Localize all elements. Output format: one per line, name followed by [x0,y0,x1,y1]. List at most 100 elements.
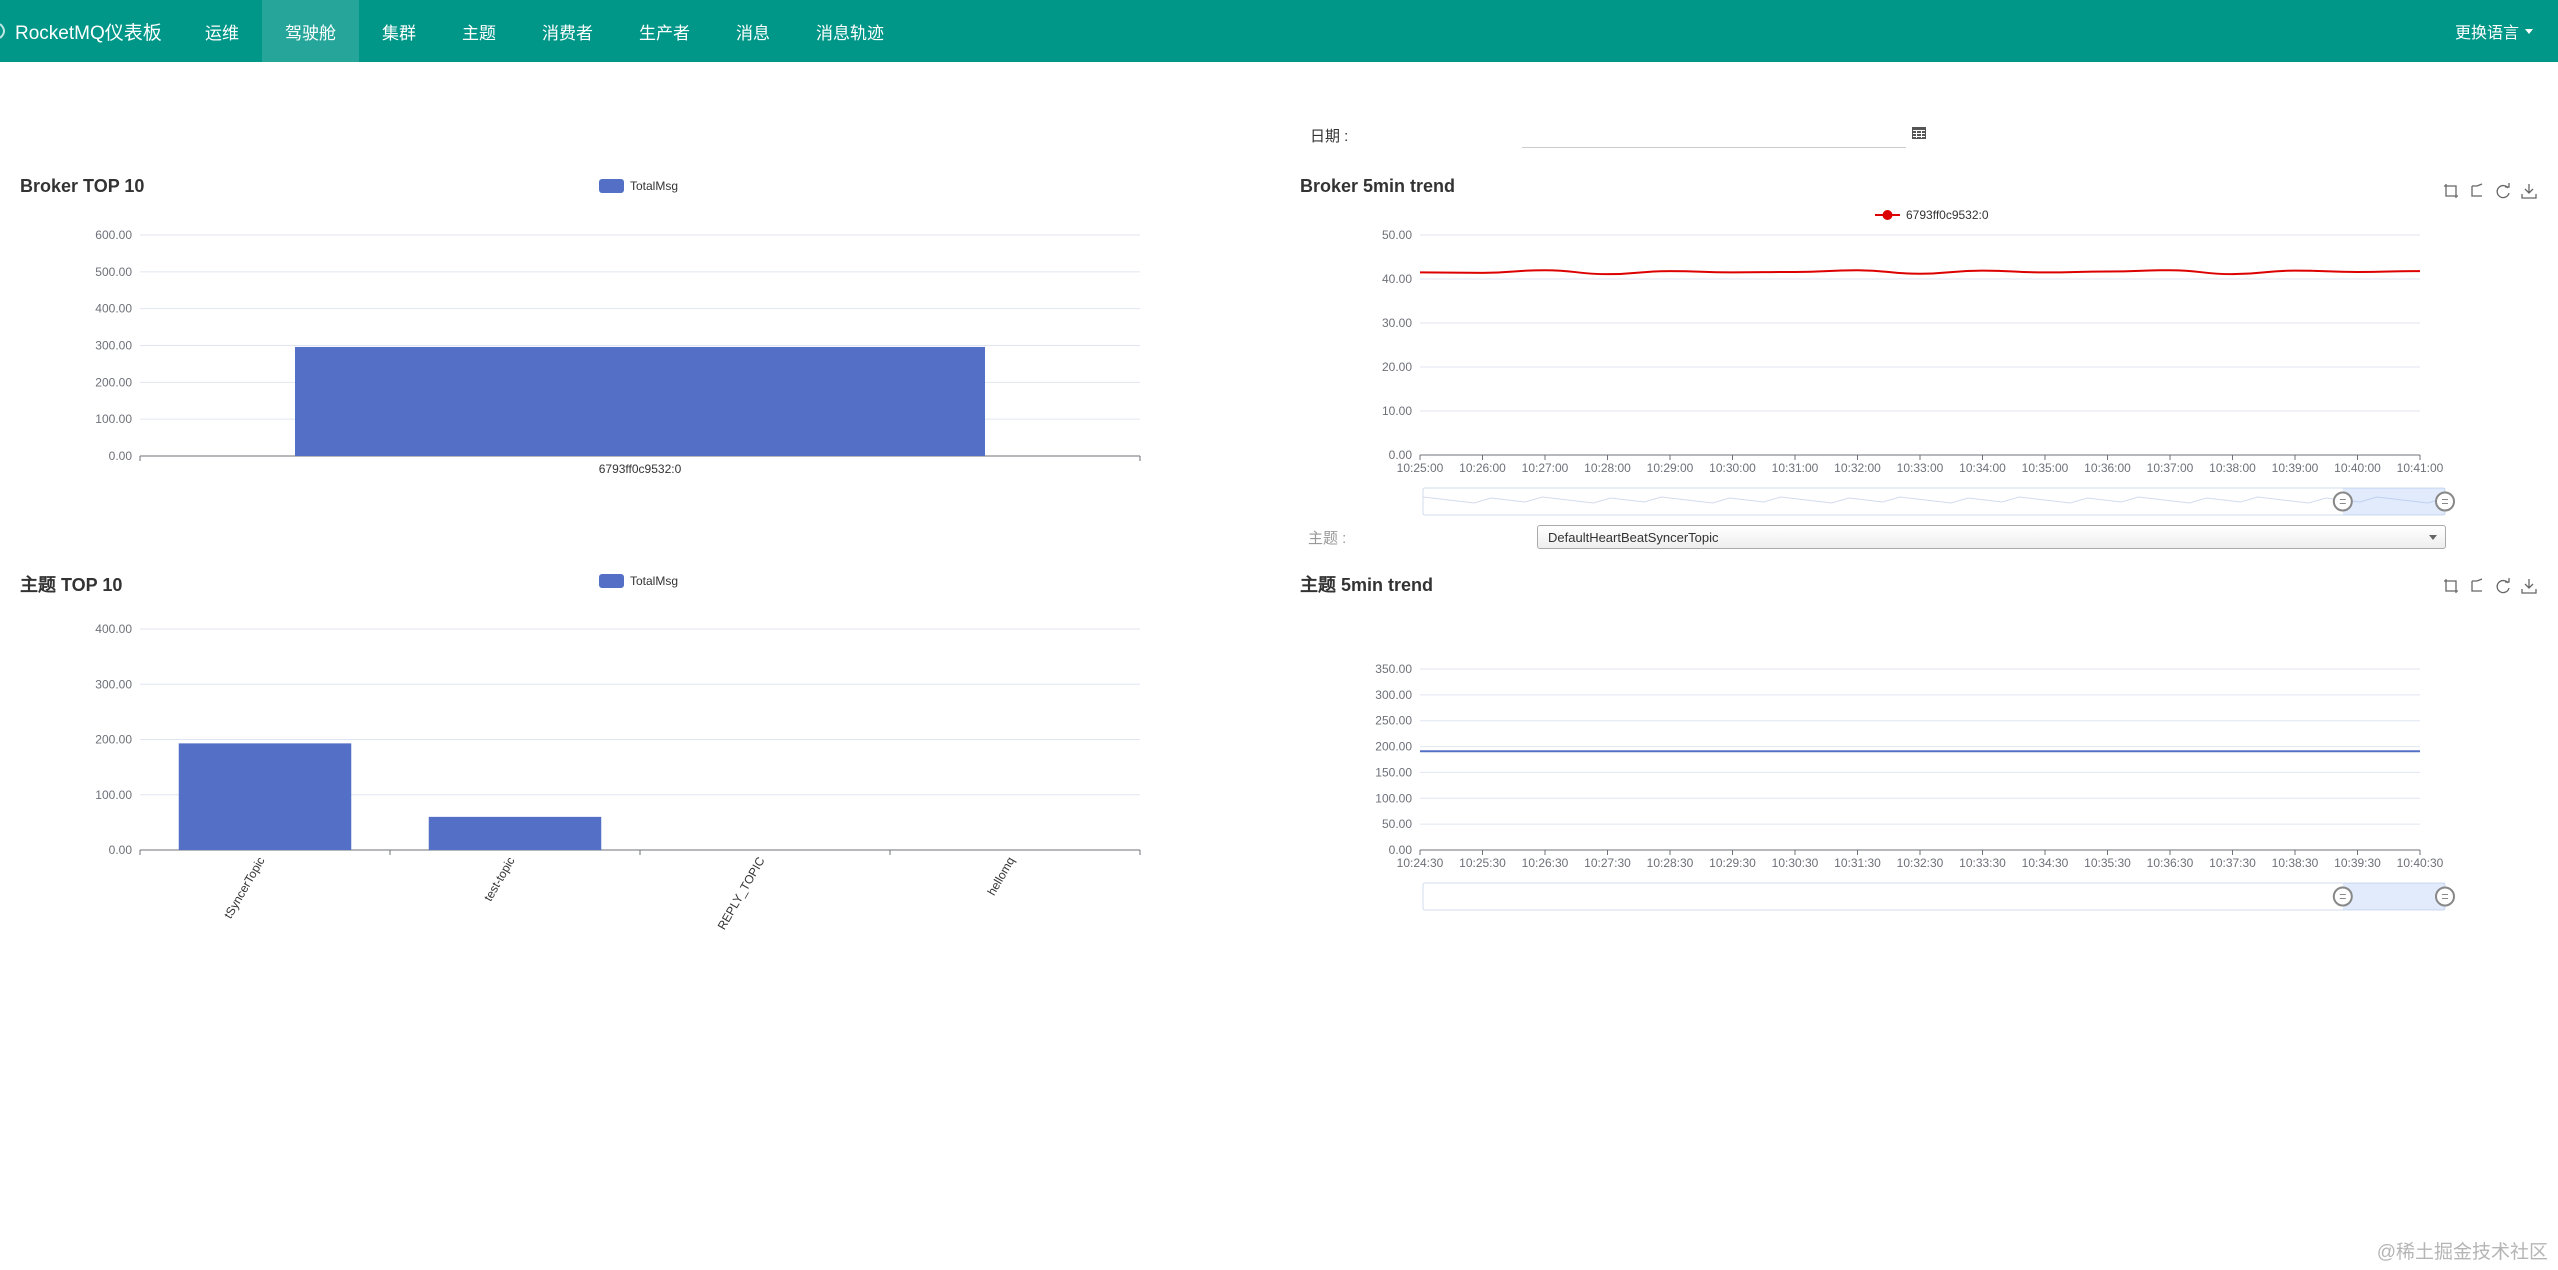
x-tick-label: 10:37:30 [2209,856,2256,870]
legend-label: 6793ff0c9532:0 [1906,208,1989,222]
x-tick-label: 10:25:30 [1459,856,1506,870]
y-tick-label: 300.00 [95,677,132,691]
top-navbar: RocketMQ仪表板 运维 驾驶舱 集群 主题 消费者 生产者 消息 消息轨迹… [0,0,2558,62]
y-tick-label: 400.00 [95,622,132,636]
x-tick-label: 10:37:00 [2147,461,2194,475]
nav-item-cluster[interactable]: 集群 [359,0,439,62]
nav-item-message[interactable]: 消息 [713,0,793,62]
x-tick-label: 10:26:30 [1522,856,1569,870]
legend-swatch [599,179,624,193]
download-icon[interactable] [2520,577,2538,595]
x-tick-label: 10:34:00 [1959,461,2006,475]
download-icon[interactable] [2520,182,2538,200]
nav-item-producer[interactable]: 生产者 [616,0,713,62]
broker-trend-chart: 0.00 10.00 20.00 30.00 40.00 50.00 10:25:00 10:… [1382,208,2455,516]
x-tick-label: 10:38:00 [2209,461,2256,475]
legend-label: TotalMsg [630,179,679,193]
y-tick-label: 300.00 [95,339,132,353]
restore-icon[interactable] [2494,577,2512,595]
broker-trend-toolbox [2442,182,2538,200]
nav-item-consumer[interactable]: 消费者 [519,0,616,62]
y-tick-label: 20.00 [1382,360,1412,374]
y-tick-label: 200.00 [95,375,132,389]
y-tick-label: 0.00 [1389,448,1413,462]
brand-title: RocketMQ仪表板 [15,22,162,44]
x-tick-label: 10:31:00 [1772,461,1819,475]
x-tick-label: 10:40:00 [2334,461,2381,475]
bar [178,743,352,850]
datazoom-handle [2332,886,2353,907]
caret-down-icon [2525,28,2533,34]
datazoom-window [2342,488,2445,515]
x-tick-label: 10:38:30 [2272,856,2319,870]
zoom-reset-icon[interactable] [2468,182,2486,200]
bar [295,346,985,456]
legend-marker [1882,210,1893,220]
x-tick-label: 10:32:30 [1897,856,1944,870]
x-tick-label: 10:39:00 [2272,461,2319,475]
nav-item-topic[interactable]: 主题 [439,0,519,62]
x-tick-label: 10:35:30 [2084,856,2131,870]
nav-item-message-trace[interactable]: 消息轨迹 [793,0,907,62]
broker-trend-title: Broker 5min trend [1300,176,1456,196]
restore-icon[interactable] [2494,182,2512,200]
series-line [1419,269,2421,276]
nav-item-dashboard[interactable]: 驾驶舱 [262,0,359,62]
brand[interactable]: RocketMQ仪表板 [0,0,162,62]
broker-top10-legend[interactable]: TotalMsg [599,179,678,193]
x-tick-label: 10:31:30 [1834,856,1881,870]
y-tick-label: 0.00 [109,843,133,857]
zoom-reset-icon[interactable] [2468,577,2486,595]
x-tick-label: 10:27:30 [1584,856,1631,870]
x-tick-label: 10:36:30 [2147,856,2194,870]
y-tick-label: 40.00 [1382,272,1412,286]
topic-select[interactable]: DefaultHeartBeatSyncerTopic [1537,525,2446,549]
date-input[interactable] [1522,118,1906,148]
y-tick-label: 30.00 [1382,316,1412,330]
y-tick-label: 100.00 [95,412,132,426]
topic-filter-label: 主题 : [1308,530,1347,547]
datazoom-window [2342,883,2445,910]
main-nav: 运维 驾驶舱 集群 主题 消费者 生产者 消息 消息轨迹 [182,0,907,62]
y-tick-label: 100.00 [1375,791,1412,805]
datazoom-handle [2435,491,2455,512]
topic-trend-chart: 0.00 50.00 100.00 150.00 200.00 250.00 300.00 3… [1375,662,2455,911]
x-tick-label: 10:35:00 [2022,461,2069,475]
x-tick-label: 10:30:30 [1772,856,1819,870]
legend-swatch [599,574,624,588]
date-label: 日期 : [1310,128,1349,145]
y-tick-label: 300.00 [1375,688,1412,702]
calendar-icon[interactable] [1912,126,1926,139]
topic-top10-chart: 0.00 100.00 200.00 300.00 400.00 tSyncerTopic… [95,622,1141,932]
x-tick-label: REPLY_TOPIC [715,854,768,932]
x-tick-label: 10:29:30 [1709,856,1756,870]
datazoom-preview [1422,496,2446,504]
datazoom-handle [2435,886,2455,907]
x-tick-label: 6793ff0c9532:0 [599,462,682,476]
x-tick-label: test-topic [481,855,517,904]
x-tick-label: 10:30:00 [1709,461,1756,475]
language-label: 更换语言 [2454,25,2519,42]
nav-item-ops[interactable]: 运维 [182,0,262,62]
topic-top10-legend[interactable]: TotalMsg [599,574,678,588]
broker-top10-chart: 0.00 100.00 200.00 300.00 400.00 500.00 600.00… [95,228,1141,476]
topic-select-value: DefaultHeartBeatSyncerTopic [1548,529,1719,545]
language-dropdown[interactable]: 更换语言 [2455,0,2533,62]
y-tick-label: 350.00 [1375,662,1412,676]
y-tick-label: 150.00 [1375,765,1412,779]
y-tick-label: 200.00 [95,733,132,747]
zoom-icon[interactable] [2442,182,2460,200]
x-tick-label: 10:39:30 [2334,856,2381,870]
x-tick-label: 10:28:00 [1584,461,1631,475]
y-tick-label: 200.00 [1375,740,1412,754]
x-tick-label: 10:26:00 [1459,461,1506,475]
y-tick-label: 100.00 [95,788,132,802]
zoom-icon[interactable] [2442,577,2460,595]
x-tick-label: 10:27:00 [1522,461,1569,475]
x-tick-label: 10:34:30 [2022,856,2069,870]
broker-top10-title: Broker TOP 10 [20,176,145,196]
y-tick-label: 600.00 [95,228,132,242]
rocketmq-logo-icon [0,23,5,39]
y-tick-label: 50.00 [1382,228,1412,242]
x-tick-label: 10:29:00 [1647,461,1694,475]
